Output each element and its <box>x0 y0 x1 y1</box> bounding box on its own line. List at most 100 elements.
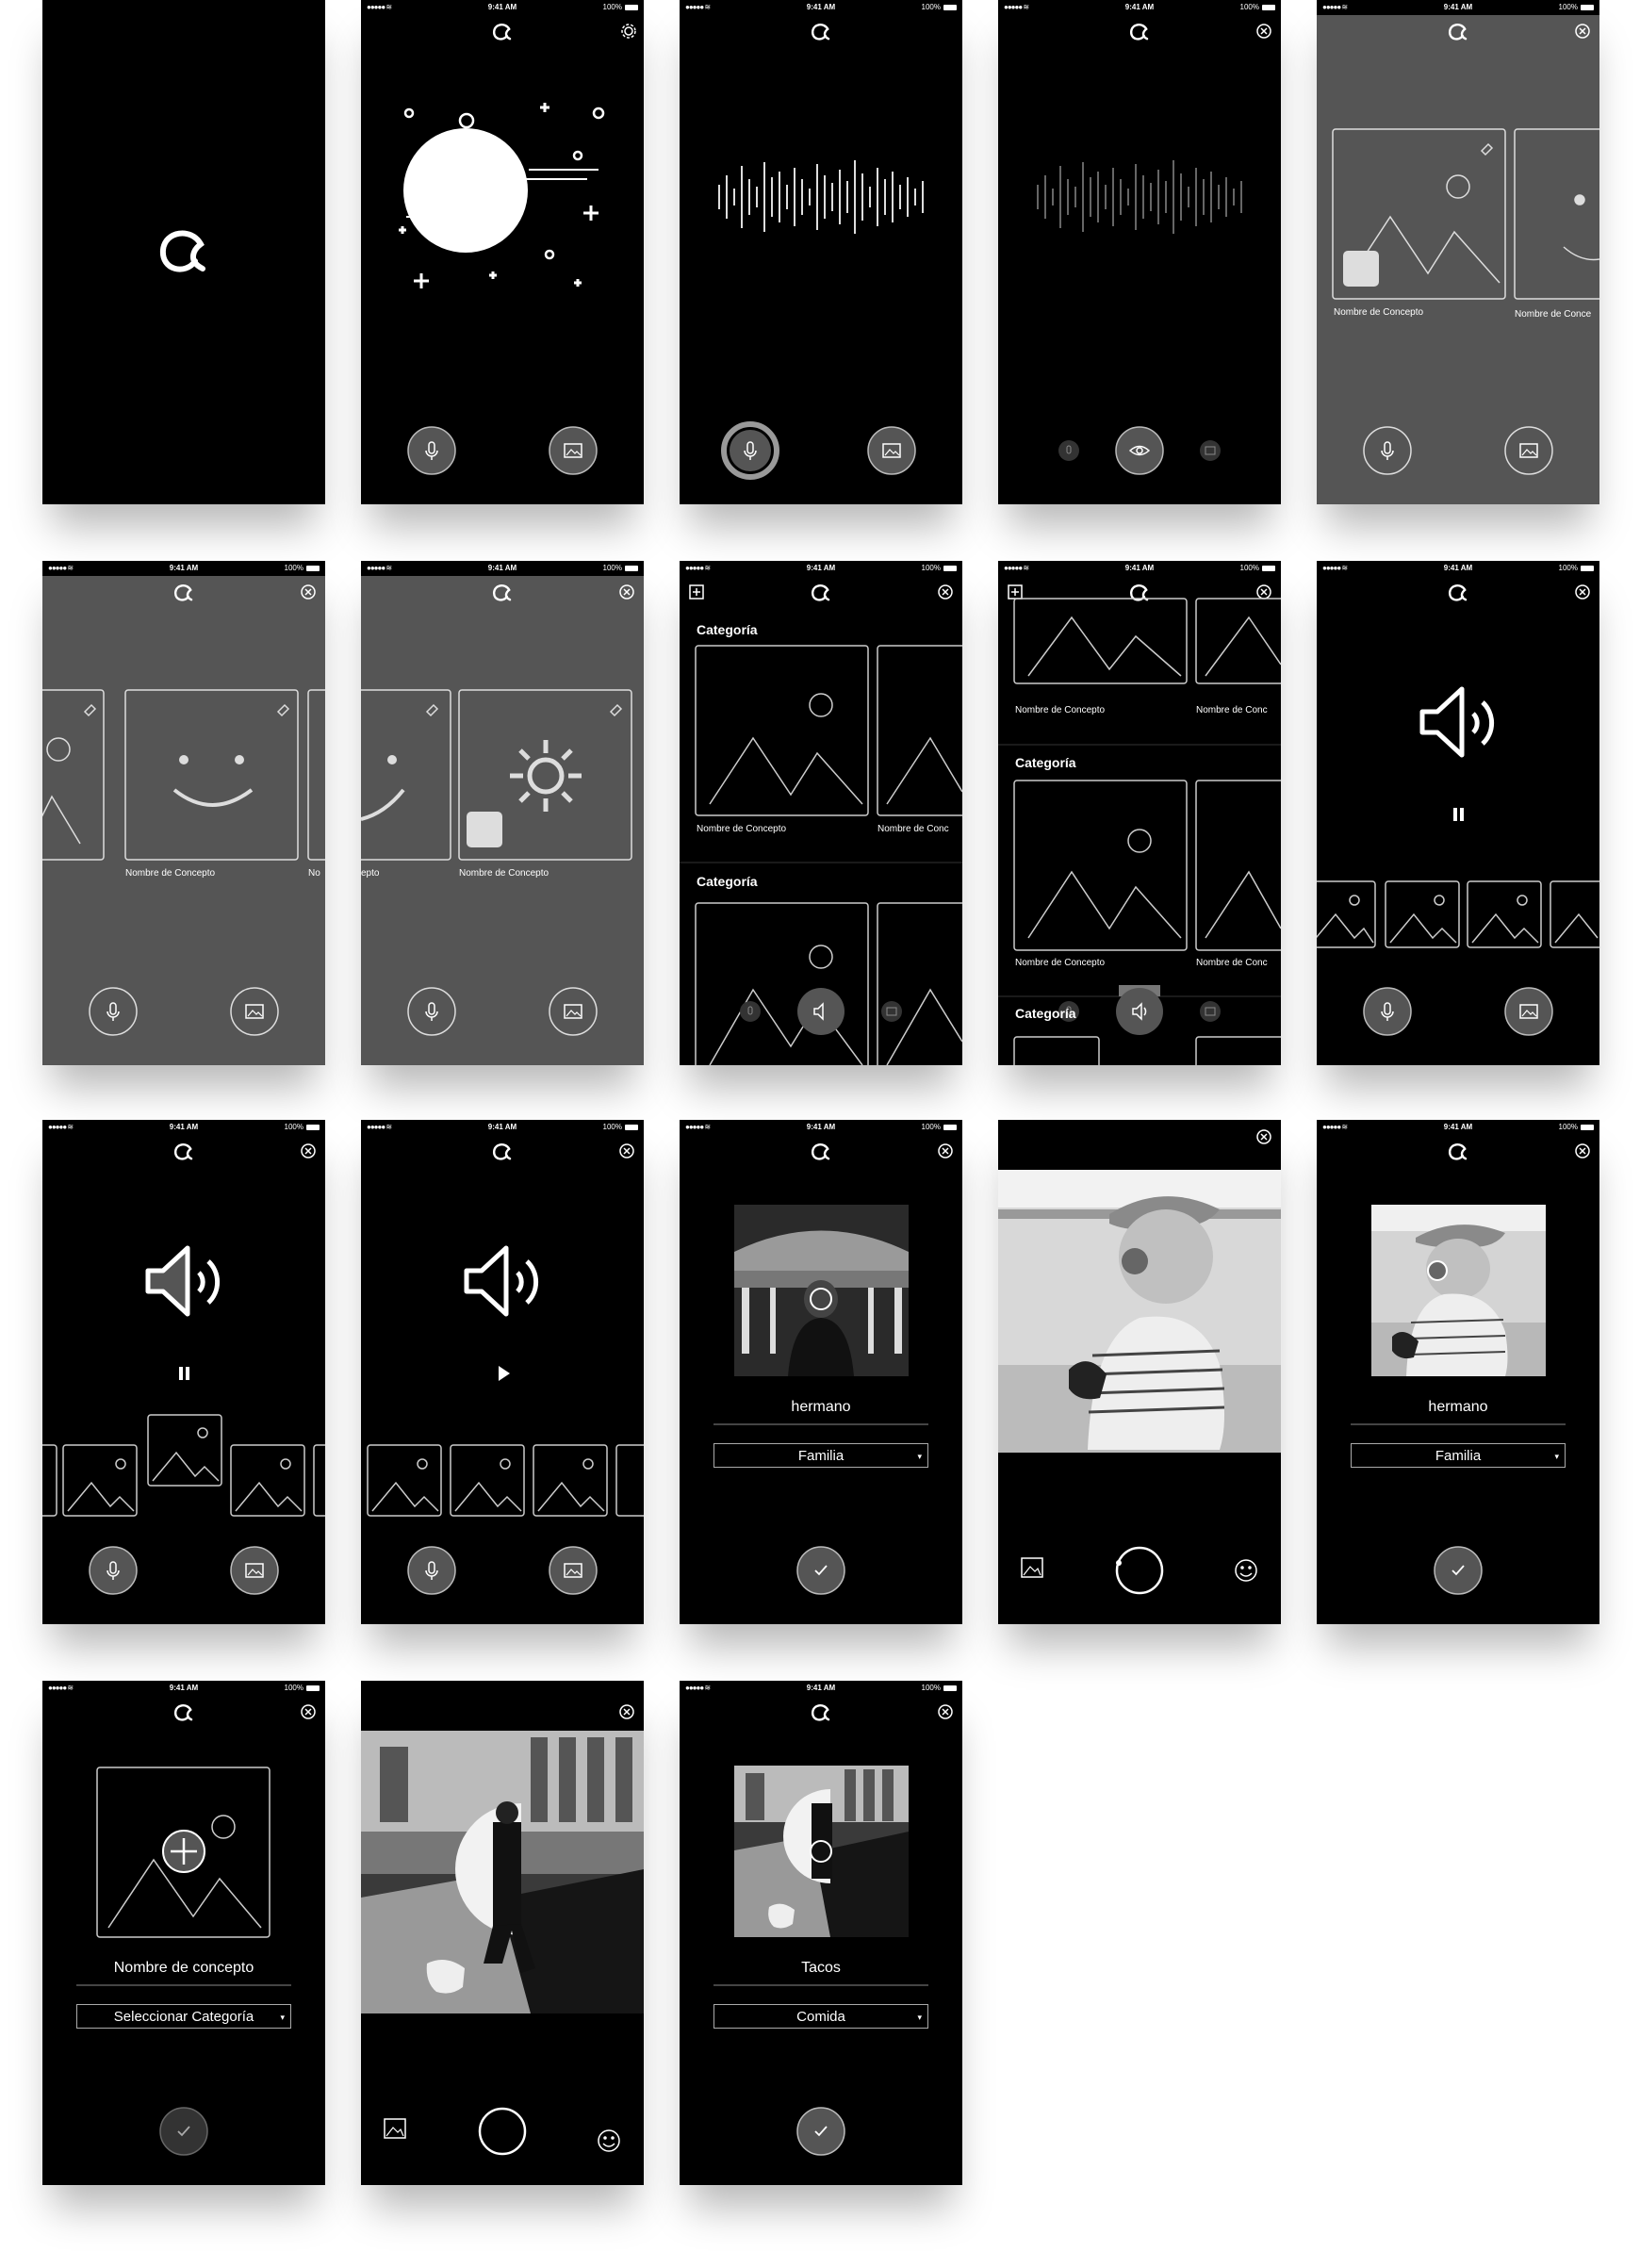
add-icon <box>689 584 704 600</box>
concept-name-field[interactable]: hermano <box>1317 1399 1599 1416</box>
speaker-icon <box>464 1245 539 1317</box>
photo-form <box>1351 1143 1590 1595</box>
close-icon <box>1575 1143 1590 1159</box>
waveform <box>718 24 924 480</box>
category-heading: Categoría <box>697 622 758 637</box>
concept-photo <box>734 1766 909 1937</box>
new-concept-screen: ●●●●● ≋ 9:41 AM 100% Nombre de concepto Se… <box>42 1681 325 2185</box>
category-dropdown[interactable]: Familia ▾ <box>713 1443 928 1468</box>
logo-icon <box>174 1704 193 1721</box>
confirm-button <box>1434 1546 1483 1595</box>
close-icon <box>1575 584 1590 600</box>
concept-name-field[interactable]: Nombre de concepto <box>42 1960 325 1977</box>
concept-label: Nombre de Conc <box>1196 958 1268 968</box>
category-dropdown[interactable]: Seleccionar Categoría ▾ <box>76 2004 291 2029</box>
logo-icon <box>812 584 830 601</box>
logo-icon <box>493 24 512 41</box>
logo-icon <box>812 1143 830 1160</box>
close-icon <box>1575 24 1590 39</box>
logo-icon <box>1130 584 1149 601</box>
microphone-button <box>407 426 456 475</box>
logo-icon <box>493 1143 512 1160</box>
concept-label: Nombre de Conce <box>1515 309 1592 320</box>
microphone-button <box>1363 426 1412 475</box>
logo-icon <box>1449 584 1468 601</box>
confirm-button <box>796 2107 845 2156</box>
carousel <box>1332 24 1599 475</box>
speaker-icon <box>145 1245 221 1317</box>
playback <box>1317 584 1599 1036</box>
category-list-scrolled-screen: ●●●●● ≋ 9:41 AM 100% Nombre de Concepto No… <box>998 561 1281 1065</box>
concept-photo <box>734 1205 909 1376</box>
close-icon <box>619 584 634 600</box>
shutter-button <box>1115 1546 1164 1595</box>
carousel <box>42 584 325 1036</box>
category-dropdown[interactable]: Familia ▾ <box>1351 1443 1566 1468</box>
logo-icon <box>174 1143 193 1160</box>
playback-screen: ●●●●● ≋ 9:41 AM 100% <box>1317 561 1599 1065</box>
category-heading: Categoría <box>1015 1006 1076 1021</box>
concept-label: Nombre de Concepto <box>1015 958 1106 968</box>
emoji-icon <box>598 2129 620 2152</box>
edit-concept-screen: ●●●●● ≋ 9:41 AM 100% hermano Familia ▾ <box>680 1120 962 1624</box>
camera-taco-screen <box>361 1681 644 2185</box>
close-icon <box>301 1704 316 1719</box>
edit-concept-photo-screen: ●●●●● ≋ 9:41 AM 100% hermano Familia ▾ <box>1317 1120 1599 1624</box>
add-icon <box>162 1830 205 1873</box>
logo-icon <box>493 584 512 601</box>
pause-icon <box>179 1367 189 1380</box>
concept-name-field[interactable]: Tacos <box>680 1960 962 1977</box>
new-concept-form <box>76 1704 316 2156</box>
close-icon <box>1256 584 1271 600</box>
close-icon <box>1256 1129 1271 1144</box>
emoji-icon <box>1235 1559 1257 1582</box>
sun-illustration <box>399 24 636 475</box>
concept-label: Nombre de Concepto <box>697 824 787 834</box>
camera-viewfinder <box>998 1129 1281 1595</box>
play-icon <box>499 1366 510 1381</box>
gallery-button <box>1504 426 1553 475</box>
close-icon <box>938 584 953 600</box>
logo-icon <box>174 584 193 601</box>
close-icon <box>619 1143 634 1159</box>
carousel <box>361 584 634 1036</box>
concept-label: Nombre de Concepto <box>1334 307 1424 318</box>
camera-screen <box>998 1120 1281 1624</box>
splash-screen <box>42 0 325 504</box>
concept-label: Nombre de Conc <box>877 824 949 834</box>
logo-icon <box>159 230 205 272</box>
concept-carousel-smiley-screen: ●●●●● ≋ 9:41 AM 100% Nombre de Concepto No <box>42 561 325 1065</box>
close-icon <box>301 1143 316 1159</box>
edit-concept-tacos-screen: ●●●●● ≋ 9:41 AM 100% Tacos Comida ▾ <box>680 1681 962 2185</box>
eye-button <box>1115 426 1164 475</box>
close-icon <box>938 1143 953 1159</box>
concept-label: Nombre de Concepto <box>459 868 549 879</box>
category-list-screen: ●●●●● ≋ 9:41 AM 100% Categoría Nombre de C… <box>680 561 962 1065</box>
waveform-dim <box>1037 24 1271 475</box>
concept-label: Nombre de Concepto <box>125 868 216 879</box>
playback <box>42 1143 325 1595</box>
category-heading: Categoría <box>697 874 758 889</box>
logo-icon <box>1449 1143 1468 1160</box>
category-dropdown[interactable]: Comida ▾ <box>713 2004 928 2029</box>
gallery-button <box>867 426 916 475</box>
recording-screen: ●●●●● ≋ 9:41 AM 100% <box>680 0 962 504</box>
concept-label: Nombre de Conc <box>1196 705 1268 715</box>
speaker-icon <box>1419 686 1495 758</box>
photo-form <box>713 1143 953 1595</box>
speaker-button <box>1116 985 1163 1035</box>
concept-card <box>124 689 299 861</box>
close-icon <box>1256 24 1271 39</box>
concept-carousel-sun-screen: ●●●●● ≋ 9:41 AM 100% epto Nombre de Concep… <box>361 561 644 1065</box>
concept-name-field[interactable]: hermano <box>680 1399 962 1416</box>
concept-label: epto <box>361 868 380 879</box>
add-icon <box>1008 584 1023 600</box>
gallery-button <box>549 426 598 475</box>
playback-selected-screen: ●●●●● ≋ 9:41 AM 100% <box>42 1120 325 1624</box>
photo-form <box>713 1704 953 2156</box>
close-icon <box>619 1704 634 1719</box>
concept-label: Nombre de Concepto <box>1015 705 1106 715</box>
pause-icon <box>1453 808 1464 821</box>
concept-label: No <box>308 868 320 879</box>
confirm-button <box>159 2107 208 2156</box>
